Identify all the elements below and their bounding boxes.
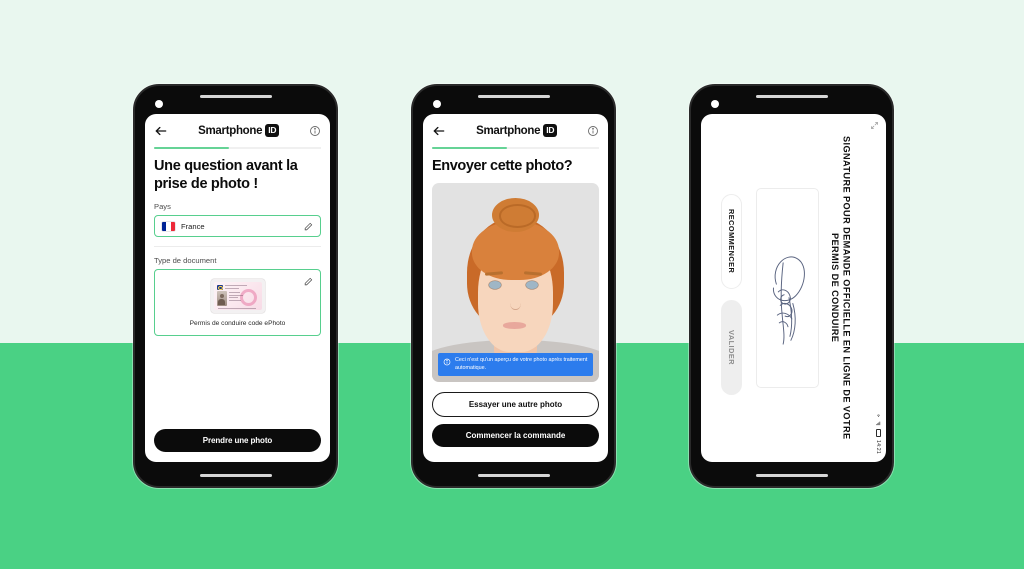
phone-1-screen: Smartphone ID Une question avant la pris… xyxy=(145,114,330,462)
driving-license-thumbnail xyxy=(210,279,265,314)
phone-mockup-2: Smartphone ID Envoyer cette photo? Ceci … xyxy=(411,84,616,488)
app-header-2: Smartphone ID xyxy=(423,114,608,147)
phone-mockup-1: Smartphone ID Une question avant la pris… xyxy=(133,84,338,488)
brand-logo: Smartphone ID xyxy=(446,123,587,138)
portrait-illustration xyxy=(432,183,599,382)
phone-front-camera xyxy=(711,100,719,108)
document-value: Permis de conduire code ePhoto xyxy=(189,320,286,328)
expand-icon[interactable] xyxy=(870,121,879,130)
phone-speaker-bottom xyxy=(477,474,550,477)
brand-badge: ID xyxy=(265,123,279,138)
country-value: France xyxy=(181,221,205,231)
signal-icon xyxy=(875,421,880,426)
phone-speaker-top xyxy=(199,95,272,98)
document-thumbnail-wrapper xyxy=(162,277,313,314)
phone-front-camera xyxy=(155,100,163,108)
battery-icon xyxy=(875,428,881,438)
flag-france-icon xyxy=(162,221,175,231)
preview-info-text: Ceci n'est qu'un aperçu de votre photo a… xyxy=(455,357,588,371)
page-title: Une question avant la prise de photo ! xyxy=(154,158,298,192)
phone-speaker-top xyxy=(755,95,828,98)
country-field-label: Pays xyxy=(154,202,171,212)
brand-logo: Smartphone ID xyxy=(168,123,309,138)
signature-canvas[interactable] xyxy=(756,188,819,388)
phone-front-camera xyxy=(433,100,441,108)
phone-2-body: Envoyer cette photo? Ceci n'est qu'un ap… xyxy=(423,149,608,462)
take-photo-button[interactable]: Prendre une photo xyxy=(154,429,321,452)
section-divider xyxy=(154,246,321,248)
preview-info-banner: Ceci n'est qu'un aperçu de votre photo a… xyxy=(438,353,593,376)
info-circle-icon[interactable] xyxy=(587,125,599,137)
brand-badge: ID xyxy=(543,123,557,138)
screenshot-canvas: Smartphone ID Une question avant la pris… xyxy=(0,0,1024,569)
validate-signature-button[interactable]: VALIDER xyxy=(721,300,742,395)
signature-strokes xyxy=(772,256,805,345)
app-header-1: Smartphone ID xyxy=(145,114,330,147)
retry-photo-button[interactable]: Essayer une autre photo xyxy=(432,392,599,417)
document-field-label: Type de document xyxy=(154,256,217,266)
back-arrow-icon[interactable] xyxy=(154,124,168,138)
pencil-icon[interactable] xyxy=(304,222,313,231)
document-select[interactable]: Permis de conduire code ePhoto xyxy=(154,269,321,337)
info-circle-icon xyxy=(443,358,451,366)
phone-speaker-bottom xyxy=(199,474,272,477)
android-statusbar: 14:21 xyxy=(875,413,881,454)
brand-word: Smartphone xyxy=(476,124,541,137)
brand-word: Smartphone xyxy=(198,124,263,137)
phone-2-screen: Smartphone ID Envoyer cette photo? Ceci … xyxy=(423,114,608,462)
page-title: Envoyer cette photo? xyxy=(432,158,573,174)
statusbar-time: 14:21 xyxy=(875,440,881,454)
back-arrow-icon[interactable] xyxy=(432,124,446,138)
phone-3-screen: SIGNATURE POUR DEMANDE OFFICIELLE EN LIG… xyxy=(701,114,886,462)
phone-speaker-bottom xyxy=(755,474,828,477)
wifi-icon xyxy=(876,414,880,417)
portrait-preview: Ceci n'est qu'un aperçu de votre photo a… xyxy=(432,183,599,382)
restart-signature-button[interactable]: RECOMMENCER xyxy=(721,194,742,289)
phone-speaker-top xyxy=(477,95,550,98)
phone-mockup-3: SIGNATURE POUR DEMANDE OFFICIELLE EN LIG… xyxy=(689,84,894,488)
country-select[interactable]: France xyxy=(154,215,321,238)
pencil-icon[interactable] xyxy=(304,277,313,286)
info-circle-icon[interactable] xyxy=(309,125,321,137)
start-order-button[interactable]: Commencer la commande xyxy=(432,424,599,447)
phone-1-body: Une question avant la prise de photo ! P… xyxy=(145,149,330,462)
signature-headline: SIGNATURE POUR DEMANDE OFFICIELLE EN LIG… xyxy=(829,136,852,440)
